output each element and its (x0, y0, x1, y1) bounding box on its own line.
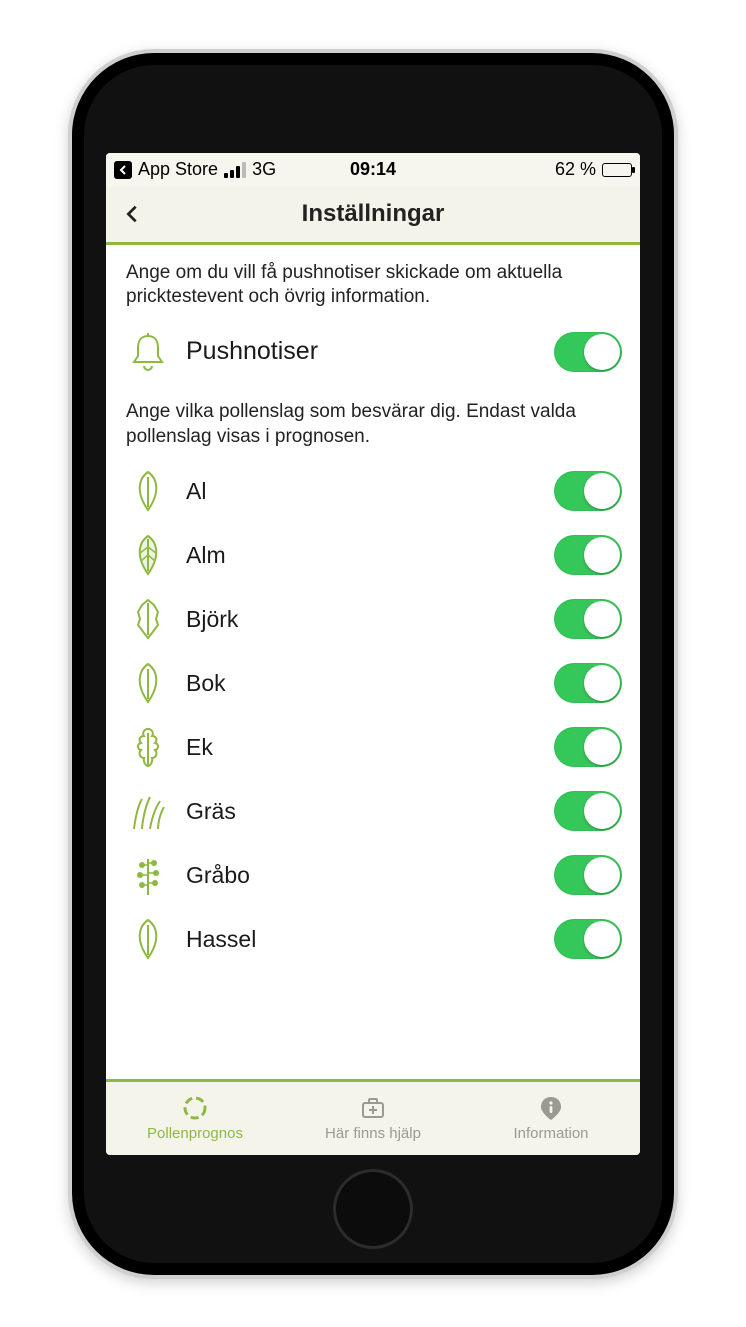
back-to-app-store-icon[interactable] (114, 161, 132, 179)
pollen-row-al: Al (106, 459, 640, 523)
leaf-simple-icon (124, 467, 172, 515)
leaf-oak-icon (124, 723, 172, 771)
leaf-simple-icon (124, 659, 172, 707)
page-title: Inställningar (302, 200, 445, 228)
pollen-row-grabo: Gråbo (106, 843, 640, 907)
tab-label: Här finns hjälp (325, 1125, 421, 1142)
tab-label: Pollenprognos (147, 1125, 243, 1142)
pollen-toggle-grabo[interactable] (554, 855, 622, 895)
clock: 09:14 (350, 159, 396, 180)
back-to-app-store-label[interactable]: App Store (138, 159, 218, 180)
pollen-row-alm: Alm (106, 523, 640, 587)
nav-header: Inställningar (106, 187, 640, 245)
pollen-toggle-al[interactable] (554, 471, 622, 511)
pollen-label: Björk (186, 606, 554, 633)
screen: App Store 3G 09:14 62 % (106, 153, 640, 1155)
grass-icon (124, 787, 172, 835)
medkit-icon (360, 1095, 386, 1121)
pollen-row-ek: Ek (106, 715, 640, 779)
leaf-simple-icon (124, 915, 172, 963)
pollen-toggle-alm[interactable] (554, 535, 622, 575)
push-notifications-row: Pushnotiser (106, 320, 640, 384)
tab-label: Information (513, 1125, 588, 1142)
leaf-birch-icon (124, 595, 172, 643)
pollen-toggle-gras[interactable] (554, 791, 622, 831)
pollen-label: Gräs (186, 798, 554, 825)
battery-percent: 62 % (555, 159, 596, 180)
settings-content: Ange om du vill få pushnotiser skickade … (106, 245, 640, 1079)
network-type: 3G (252, 159, 276, 180)
tab-info[interactable]: Information (462, 1082, 640, 1155)
leaf-veined-icon (124, 531, 172, 579)
back-button[interactable] (116, 198, 148, 230)
pollen-row-hassel: Hassel (106, 907, 640, 971)
pollen-toggle-bjork[interactable] (554, 599, 622, 639)
pollen-list: Al Alm Björk Bok Ek Gräs Gråbo Hassel (106, 459, 640, 971)
push-label: Pushnotiser (186, 337, 554, 366)
infopin-icon (538, 1095, 564, 1121)
pollen-label: Bok (186, 670, 554, 697)
pollen-label: Hassel (186, 926, 554, 953)
phone-frame: App Store 3G 09:14 62 % (68, 49, 678, 1279)
status-bar: App Store 3G 09:14 62 % (106, 153, 640, 187)
pollen-label: Gråbo (186, 862, 554, 889)
pollen-toggle-hassel[interactable] (554, 919, 622, 959)
pollen-row-bjork: Björk (106, 587, 640, 651)
tab-prognos[interactable]: Pollenprognos (106, 1082, 284, 1155)
push-toggle[interactable] (554, 332, 622, 372)
pollen-label: Ek (186, 734, 554, 761)
tab-hjalp[interactable]: Här finns hjälp (284, 1082, 462, 1155)
home-button[interactable] (333, 1169, 413, 1249)
bell-icon (124, 328, 172, 376)
pollen-toggle-ek[interactable] (554, 727, 622, 767)
battery-icon (602, 163, 632, 177)
pollen-row-bok: Bok (106, 651, 640, 715)
push-section-description: Ange om du vill få pushnotiser skickade … (106, 245, 640, 320)
pollen-section-description: Ange vilka pollenslag som besvärar dig. … (106, 384, 640, 459)
chevron-left-icon (121, 203, 143, 225)
pollen-label: Alm (186, 542, 554, 569)
pollen-label: Al (186, 478, 554, 505)
pollen-toggle-bok[interactable] (554, 663, 622, 703)
tab-bar: Pollenprognos Här finns hjälp Information (106, 1079, 640, 1155)
sprig-icon (124, 851, 172, 899)
pollen-row-gras: Gräs (106, 779, 640, 843)
cell-signal-icon (224, 162, 246, 178)
ring-icon (182, 1095, 208, 1121)
